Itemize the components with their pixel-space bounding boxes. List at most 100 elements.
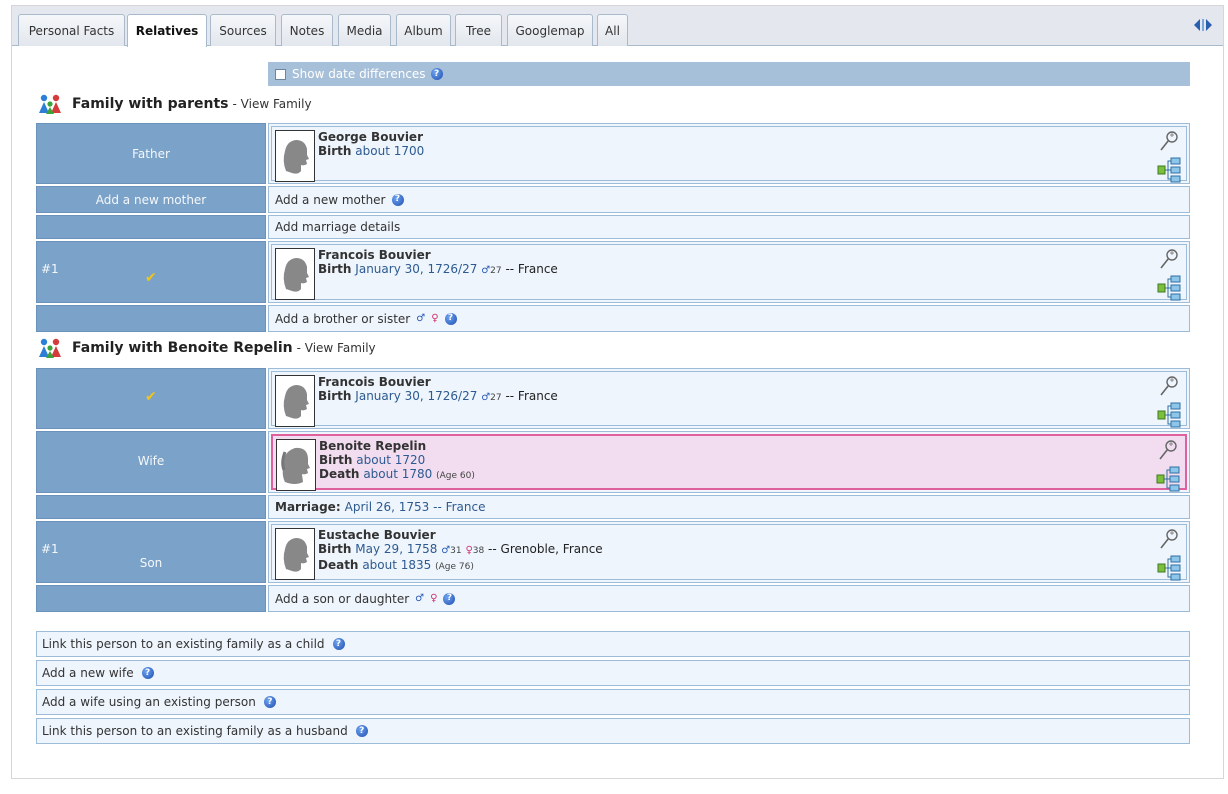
family-spouse-title: Family with Benoite Repelin - View Famil… [36,337,376,359]
father-age: 27 [490,266,502,276]
self-label-cell: ✔ [36,368,266,429]
father-age: 27 [490,393,502,403]
person-name[interactable]: Francois Bouvier [318,248,558,262]
death-age: (Age 60) [436,471,475,481]
add-new-wife-row[interactable]: Add a new wife ? [36,660,1190,686]
view-family-link[interactable]: - View Family [233,97,312,111]
birth-place: -- France [505,262,558,276]
tab-tree[interactable]: Tree [455,14,502,46]
zoom-icon[interactable] [1159,248,1179,270]
add-sister-icon[interactable]: ♀ [431,313,438,324]
date-differences-checkbox[interactable] [275,68,286,80]
help-icon[interactable]: ? [444,312,457,325]
family-parents-heading: Family with parents [72,96,229,112]
add-child-label-cell [36,585,266,612]
silhouette-icon[interactable] [275,248,315,300]
add-sibling-link[interactable]: Add a brother or sister [275,312,410,326]
person-name[interactable]: Francois Bouvier [318,375,558,389]
birth-label: Birth [318,389,352,403]
help-icon[interactable]: ? [391,193,404,206]
death-value: about 1780 [363,467,433,481]
silhouette-icon[interactable] [275,130,315,182]
tree-chart-icon[interactable] [1156,466,1180,492]
tab-sources[interactable]: Sources [210,14,276,46]
toggle-panel-icon[interactable] [1193,17,1213,33]
person-name[interactable]: George Bouvier [318,130,424,144]
help-icon[interactable]: ? [355,725,368,737]
child-number: #1 [41,262,59,276]
link-as-husband-row[interactable]: Link this person to an existing family a… [36,718,1190,744]
help-icon[interactable]: ? [141,667,154,679]
birth-value: May 29, 1758 [355,542,438,556]
male-icon: ♂ [481,392,491,403]
son-label-cell: #1 Son [36,521,266,583]
add-wife-existing-link[interactable]: Add a wife using an existing person [42,695,256,709]
marriage-cell: Marriage: April 26, 1753 -- France [268,495,1190,519]
link-as-husband-link[interactable]: Link this person to an existing family a… [42,724,348,738]
link-as-child-link[interactable]: Link this person to an existing family a… [42,637,325,651]
birth-value: about 1720 [356,453,426,467]
person-box-son: Eustache Bouvier Birth May 29, 1758 ♂31 … [271,524,1187,581]
silhouette-icon[interactable] [275,375,315,427]
add-new-wife-link[interactable]: Add a new wife [42,666,134,680]
tree-chart-icon[interactable] [1157,402,1181,428]
child-cell: Francois Bouvier Birth January 30, 1726/… [268,241,1190,303]
son-info: Eustache Bouvier Birth May 29, 1758 ♂31 … [318,528,603,574]
add-wife-existing-row[interactable]: Add a wife using an existing person ? [36,689,1190,715]
add-son-icon[interactable]: ♂ [415,593,424,604]
help-icon[interactable]: ? [430,68,443,80]
relatives-panel: Personal Facts Relatives Sources Notes M… [11,5,1224,779]
person-name[interactable]: Eustache Bouvier [318,528,603,542]
link-as-child-row[interactable]: Link this person to an existing family a… [36,631,1190,657]
tab-all[interactable]: All [597,14,628,46]
add-marriage-cell: Add marriage details [268,215,1190,239]
add-mother-cell: Add a new mother ? [268,186,1190,213]
add-marriage-link[interactable]: Add marriage details [275,220,400,234]
tab-bar: Personal Facts Relatives Sources Notes M… [12,6,1223,47]
father-age: 31 [450,546,462,556]
person-name[interactable]: Benoite Repelin [319,439,475,453]
zoom-icon[interactable] [1159,130,1179,152]
add-mother-label[interactable]: Add a new mother [37,193,265,207]
add-child-link[interactable]: Add a son or daughter [275,592,409,606]
zoom-icon[interactable] [1159,528,1179,550]
father-label: Father [132,147,170,161]
birth-value: about 1700 [355,144,425,158]
person-box-father: George Bouvier Birth about 1700 [271,126,1187,183]
mother-age: 38 [472,546,485,556]
tab-notes[interactable]: Notes [281,14,333,46]
birth-label: Birth [318,144,352,158]
tree-chart-icon[interactable] [1157,275,1181,301]
help-icon[interactable]: ? [443,592,456,605]
tree-chart-icon[interactable] [1157,555,1181,581]
death-label: Death [318,558,359,572]
zoom-icon[interactable] [1159,375,1179,397]
tab-personal-facts[interactable]: Personal Facts [18,14,125,46]
sibling-label-cell [36,305,266,332]
silhouette-icon[interactable] [275,528,315,580]
add-mother-link[interactable]: Add a new mother [275,193,386,207]
person-box-child: Francois Bouvier Birth January 30, 1726/… [271,244,1187,301]
silhouette-icon[interactable] [276,439,316,491]
marriage-label-cell [36,215,266,239]
tab-googlemap[interactable]: Googlemap [507,14,593,46]
marriage-label: Marriage: [275,500,341,514]
help-icon[interactable]: ? [332,638,345,650]
help-icon[interactable]: ? [263,696,276,708]
death-label: Death [319,467,360,481]
add-daughter-icon[interactable]: ♀ [430,593,437,604]
view-family-link[interactable]: - View Family [297,341,376,355]
tab-album[interactable]: Album [396,14,451,46]
family-icon [39,338,61,358]
female-icon: ♀ [465,545,473,556]
add-brother-icon[interactable]: ♂ [416,313,425,324]
tab-media[interactable]: Media [338,14,391,46]
tree-chart-icon[interactable] [1157,157,1181,183]
family-parents-title: Family with parents - View Family [36,93,312,115]
birth-label: Birth [318,262,352,276]
person-box-wife: Benoite Repelin Birth about 1720 Death a… [271,434,1187,492]
family-spouse-heading: Family with Benoite Repelin [72,340,293,356]
zoom-icon[interactable] [1158,439,1178,461]
self-cell: Francois Bouvier Birth January 30, 1726/… [268,368,1190,429]
tab-relatives[interactable]: Relatives [127,14,207,47]
